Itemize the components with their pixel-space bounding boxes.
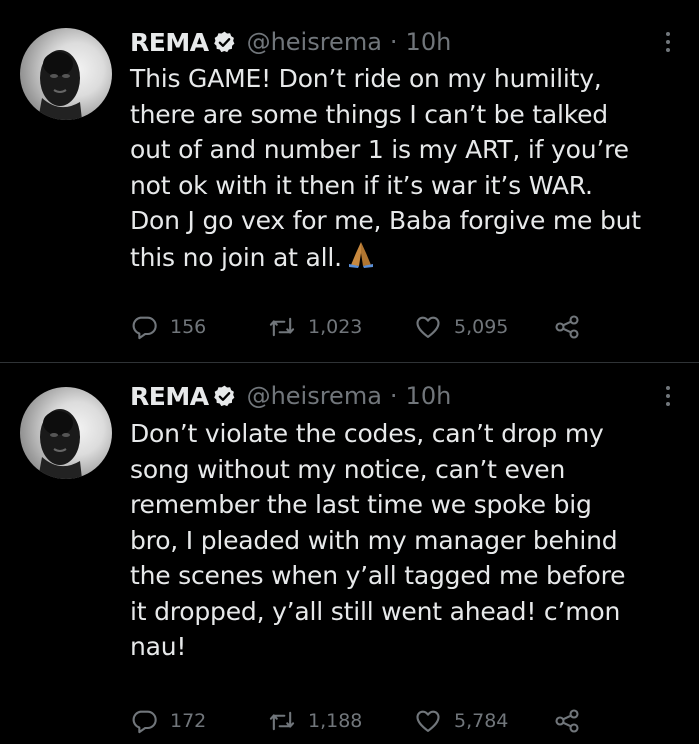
tweet[interactable]: REMA @heisrema · 10h This GAME! Don’t ri… (0, 0, 699, 363)
like-count: 5,095 (454, 316, 509, 338)
separator-dot: · (389, 28, 398, 56)
tweet-actions: 156 1,023 5,095 (130, 312, 600, 342)
retweet-count: 1,188 (308, 710, 363, 732)
reply-icon (132, 710, 157, 734)
tweet-text: This GAME! Don’t ride on my humility, th… (130, 61, 690, 275)
share-button[interactable] (553, 312, 581, 342)
tweet-text-content: This GAME! Don’t ride on my humility, th… (130, 64, 641, 272)
like-button[interactable]: 5,095 (414, 312, 508, 342)
timestamp[interactable]: 10h (406, 28, 452, 56)
share-icon (555, 709, 579, 733)
tweet-header: REMA @heisrema · 10h (130, 27, 451, 57)
like-count: 5,784 (454, 710, 509, 732)
verified-badge-icon (213, 31, 234, 52)
retweet-button[interactable]: 1,188 (268, 706, 362, 736)
author-name[interactable]: REMA (130, 382, 209, 411)
share-icon (555, 315, 579, 339)
tweet[interactable]: REMA @heisrema · 10h Don’t violate the c… (0, 363, 699, 744)
tweet-actions: 172 1,188 5,784 (130, 706, 600, 736)
heart-icon (416, 316, 440, 338)
more-vertical-icon[interactable] (663, 381, 673, 411)
avatar[interactable] (20, 28, 112, 120)
more-vertical-icon[interactable] (663, 27, 673, 57)
separator-dot: · (389, 382, 398, 410)
folded-hands-emoji-icon (348, 241, 373, 268)
author-handle[interactable]: @heisrema (247, 28, 382, 56)
retweet-button[interactable]: 1,023 (268, 312, 362, 342)
reply-button[interactable]: 172 (130, 706, 206, 736)
share-button[interactable] (553, 706, 581, 736)
heart-icon (416, 710, 440, 732)
reply-count: 156 (170, 316, 207, 338)
retweet-icon (269, 317, 295, 337)
retweet-count: 1,023 (308, 316, 363, 338)
avatar[interactable] (20, 387, 112, 479)
tweet-text: Don’t violate the codes, can’t drop my s… (130, 419, 626, 661)
timestamp[interactable]: 10h (406, 382, 452, 410)
retweet-icon (269, 711, 295, 731)
like-button[interactable]: 5,784 (414, 706, 508, 736)
reply-count: 172 (170, 710, 207, 732)
tweet-header: REMA @heisrema · 10h (130, 381, 451, 411)
author-name[interactable]: REMA (130, 28, 209, 57)
reply-button[interactable]: 156 (130, 312, 206, 342)
verified-badge-icon (213, 385, 234, 406)
author-handle[interactable]: @heisrema (247, 382, 382, 410)
reply-icon (132, 316, 157, 340)
